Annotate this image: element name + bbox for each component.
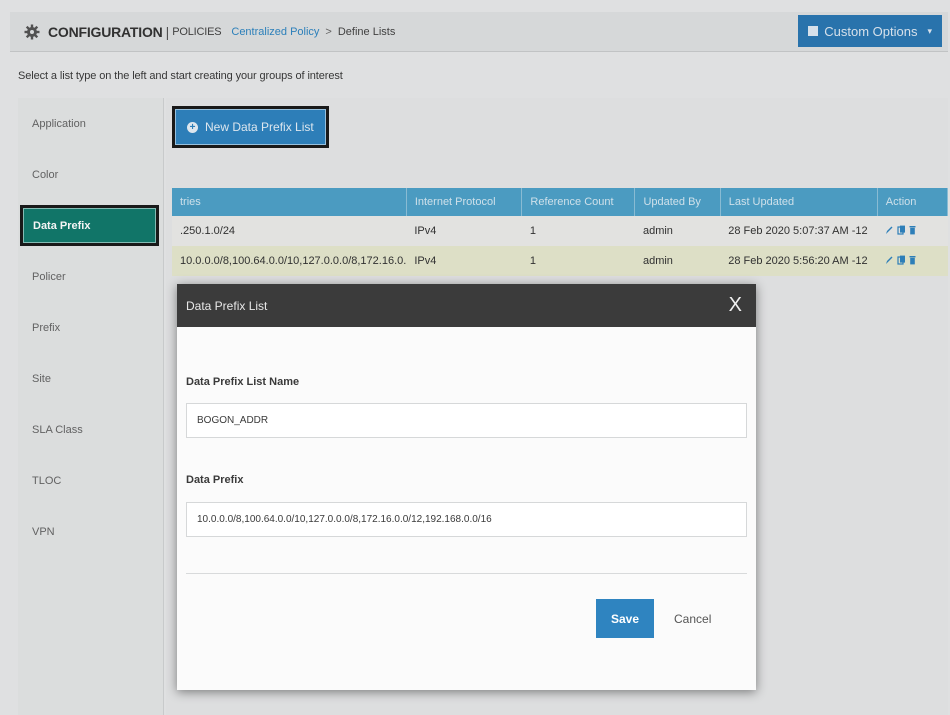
- data-prefix-label: Data Prefix: [186, 474, 244, 486]
- close-icon[interactable]: X: [729, 293, 742, 317]
- modal-divider: [186, 573, 747, 574]
- data-prefix-input[interactable]: [186, 502, 747, 537]
- modal-header: Data Prefix List X: [177, 284, 756, 327]
- list-name-input[interactable]: [186, 403, 747, 438]
- cancel-button[interactable]: Cancel: [674, 599, 711, 638]
- list-name-label: Data Prefix List Name: [186, 376, 300, 388]
- save-button[interactable]: Save: [596, 599, 654, 638]
- modal-title: Data Prefix List: [186, 298, 268, 313]
- data-prefix-list-modal: Data Prefix List X Data Prefix List Name…: [177, 284, 756, 690]
